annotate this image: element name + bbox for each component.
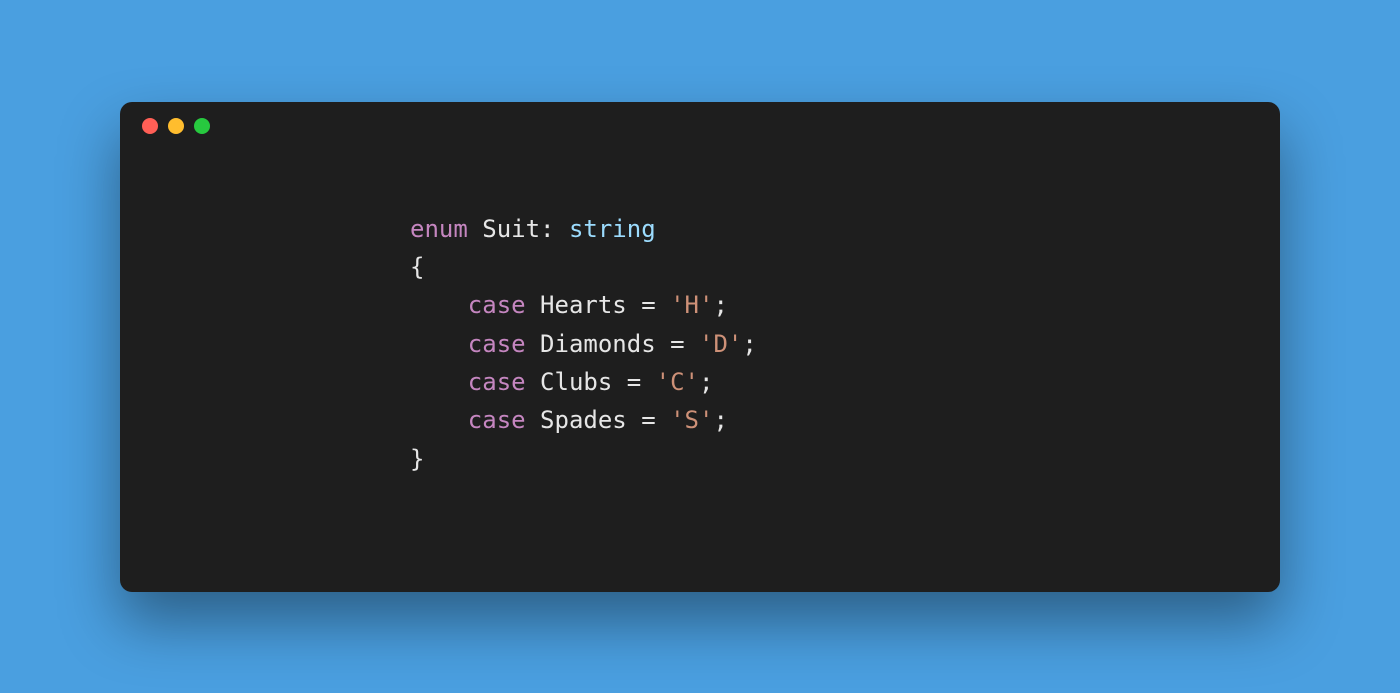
code-line: case Clubs = 'C'; [410, 363, 1280, 401]
close-icon[interactable] [142, 118, 158, 134]
brace-token: } [410, 445, 424, 473]
identifier-token: Clubs [540, 368, 612, 396]
minimize-icon[interactable] [168, 118, 184, 134]
punct-token: ; [713, 406, 727, 434]
identifier-token: Hearts [540, 291, 627, 319]
code-line: } [410, 440, 1280, 478]
string-token: 'H' [670, 291, 713, 319]
maximize-icon[interactable] [194, 118, 210, 134]
punct-token: ; [742, 330, 756, 358]
brace-token: { [410, 253, 424, 281]
code-line: { [410, 248, 1280, 286]
code-line: case Spades = 'S'; [410, 401, 1280, 439]
code-editor: enum Suit: string { case Hearts = 'H'; c… [120, 150, 1280, 479]
punct-token: = [670, 330, 684, 358]
string-token: 'S' [670, 406, 713, 434]
keyword-token: enum [410, 215, 468, 243]
string-token: 'C' [656, 368, 699, 396]
keyword-token: case [468, 291, 526, 319]
keyword-token: case [468, 406, 526, 434]
punct-token: ; [699, 368, 713, 396]
keyword-token: case [468, 368, 526, 396]
code-line: enum Suit: string [410, 210, 1280, 248]
punct-token: = [641, 291, 655, 319]
window-titlebar [120, 102, 1280, 150]
code-window: enum Suit: string { case Hearts = 'H'; c… [120, 102, 1280, 592]
type-token: string [569, 215, 656, 243]
identifier-token: Diamonds [540, 330, 656, 358]
punct-token: : [540, 215, 554, 243]
punct-token: = [641, 406, 655, 434]
string-token: 'D' [699, 330, 742, 358]
keyword-token: case [468, 330, 526, 358]
punct-token: ; [713, 291, 727, 319]
punct-token: = [627, 368, 641, 396]
identifier-token: Spades [540, 406, 627, 434]
code-line: case Hearts = 'H'; [410, 286, 1280, 324]
code-line: case Diamonds = 'D'; [410, 325, 1280, 363]
identifier-token: Suit [482, 215, 540, 243]
